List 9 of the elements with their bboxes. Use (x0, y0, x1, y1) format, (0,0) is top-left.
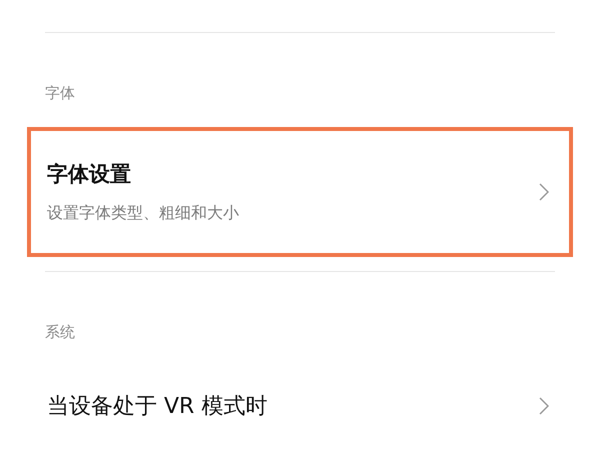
section-header: 系统 (45, 323, 75, 341)
item-subtitle: 设置字体类型、粗细和大小 (47, 202, 240, 224)
section-header: 字体 (45, 84, 75, 102)
item-title: 当设备处于 VR 模式时 (47, 392, 268, 420)
chevron-right-icon (539, 397, 549, 415)
chevron-right-icon (539, 183, 549, 201)
highlighted-settings-item[interactable]: 字体设置 设置字体类型、粗细和大小 (27, 127, 573, 257)
settings-item[interactable]: 当设备处于 VR 模式时 (27, 366, 573, 450)
item-title: 字体设置 (47, 161, 132, 188)
